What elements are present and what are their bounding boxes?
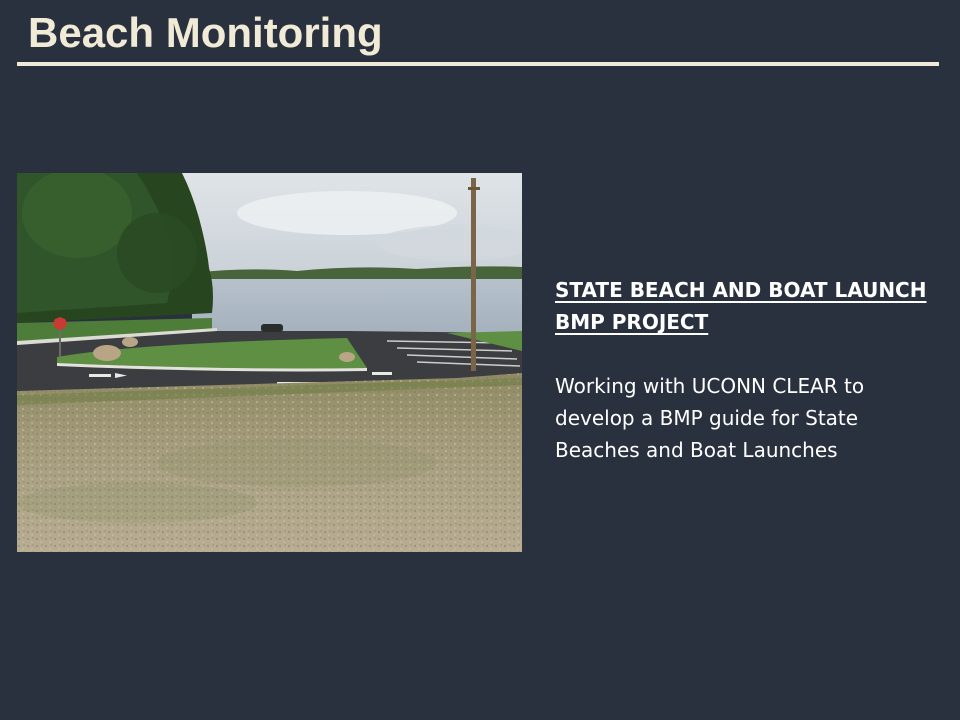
project-description: STATE BEACH AND BOAT LAUNCH BMP PROJECT … (555, 274, 945, 466)
title-divider (17, 62, 939, 66)
project-body-line-1: Working with UCONN CLEAR to (555, 374, 865, 398)
project-heading-line-1: STATE BEACH AND BOAT LAUNCH (555, 278, 927, 302)
slide-title: Beach Monitoring (28, 9, 383, 56)
project-body-line-3: Beaches and Boat Launches (555, 438, 838, 462)
boat-launch-photo (17, 173, 522, 552)
project-heading: STATE BEACH AND BOAT LAUNCH BMP PROJECT (555, 274, 945, 338)
project-heading-line-2: BMP PROJECT (555, 310, 709, 334)
project-body-line-2: develop a BMP guide for State (555, 406, 859, 430)
project-body: Working with UCONN CLEAR to develop a BM… (555, 370, 945, 466)
